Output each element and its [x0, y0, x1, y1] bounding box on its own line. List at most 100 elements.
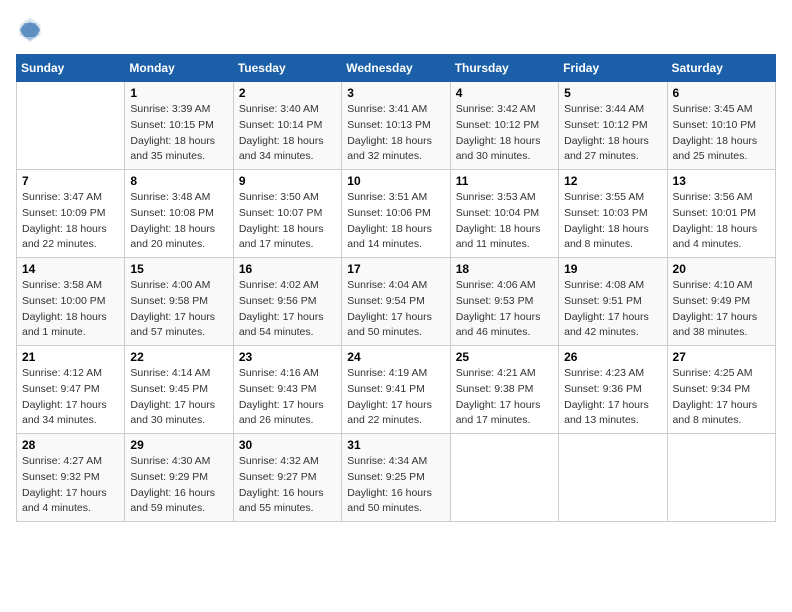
day-number: 9	[239, 174, 336, 188]
day-info: Sunrise: 3:55 AM Sunset: 10:03 PM Daylig…	[564, 190, 661, 253]
day-number: 7	[22, 174, 119, 188]
day-info: Sunrise: 4:16 AM Sunset: 9:43 PM Dayligh…	[239, 366, 336, 429]
day-number: 23	[239, 350, 336, 364]
day-info: Sunrise: 3:40 AM Sunset: 10:14 PM Daylig…	[239, 102, 336, 165]
day-info: Sunrise: 3:48 AM Sunset: 10:08 PM Daylig…	[130, 190, 227, 253]
calendar-cell: 1 Sunrise: 3:39 AM Sunset: 10:15 PM Dayli…	[125, 82, 233, 170]
day-info: Sunrise: 4:23 AM Sunset: 9:36 PM Dayligh…	[564, 366, 661, 429]
day-info: Sunrise: 4:08 AM Sunset: 9:51 PM Dayligh…	[564, 278, 661, 341]
day-number: 27	[673, 350, 770, 364]
calendar-cell	[450, 434, 558, 522]
day-number: 24	[347, 350, 444, 364]
calendar-cell: 23 Sunrise: 4:16 AM Sunset: 9:43 PM Dayli…	[233, 346, 341, 434]
calendar-cell: 16 Sunrise: 4:02 AM Sunset: 9:56 PM Dayli…	[233, 258, 341, 346]
day-info: Sunrise: 3:44 AM Sunset: 10:12 PM Daylig…	[564, 102, 661, 165]
day-number: 10	[347, 174, 444, 188]
logo	[16, 16, 48, 44]
day-of-week-header: Thursday	[450, 55, 558, 82]
calendar-week-row: 1 Sunrise: 3:39 AM Sunset: 10:15 PM Dayli…	[17, 82, 776, 170]
calendar-cell: 24 Sunrise: 4:19 AM Sunset: 9:41 PM Dayli…	[342, 346, 450, 434]
day-of-week-header: Saturday	[667, 55, 775, 82]
calendar-cell: 13Sunrise: 3:56 AM Sunset: 10:01 PM Dayl…	[667, 170, 775, 258]
day-number: 20	[673, 262, 770, 276]
day-info: Sunrise: 3:51 AM Sunset: 10:06 PM Daylig…	[347, 190, 444, 253]
day-of-week-header: Sunday	[17, 55, 125, 82]
calendar-week-row: 14 Sunrise: 3:58 AM Sunset: 10:00 PM Dayl…	[17, 258, 776, 346]
day-of-week-header: Friday	[559, 55, 667, 82]
day-number: 18	[456, 262, 553, 276]
calendar-cell: 10 Sunrise: 3:51 AM Sunset: 10:06 PM Dayl…	[342, 170, 450, 258]
calendar-cell: 20 Sunrise: 4:10 AM Sunset: 9:49 PM Dayli…	[667, 258, 775, 346]
day-number: 19	[564, 262, 661, 276]
calendar-cell	[559, 434, 667, 522]
calendar-cell: 25 Sunrise: 4:21 AM Sunset: 9:38 PM Dayli…	[450, 346, 558, 434]
day-number: 25	[456, 350, 553, 364]
calendar-cell: 8Sunrise: 3:48 AM Sunset: 10:08 PM Dayli…	[125, 170, 233, 258]
day-of-week-header: Wednesday	[342, 55, 450, 82]
day-number: 29	[130, 438, 227, 452]
day-info: Sunrise: 4:19 AM Sunset: 9:41 PM Dayligh…	[347, 366, 444, 429]
day-info: Sunrise: 3:50 AM Sunset: 10:07 PM Daylig…	[239, 190, 336, 253]
calendar-cell	[667, 434, 775, 522]
day-number: 17	[347, 262, 444, 276]
day-number: 12	[564, 174, 661, 188]
day-info: Sunrise: 4:27 AM Sunset: 9:32 PM Dayligh…	[22, 454, 119, 517]
calendar-cell: 29 Sunrise: 4:30 AM Sunset: 9:29 PM Dayli…	[125, 434, 233, 522]
calendar-cell: 19 Sunrise: 4:08 AM Sunset: 9:51 PM Dayli…	[559, 258, 667, 346]
day-info: Sunrise: 4:34 AM Sunset: 9:25 PM Dayligh…	[347, 454, 444, 517]
calendar-cell: 21 Sunrise: 4:12 AM Sunset: 9:47 PM Dayli…	[17, 346, 125, 434]
calendar-week-row: 28 Sunrise: 4:27 AM Sunset: 9:32 PM Dayli…	[17, 434, 776, 522]
day-info: Sunrise: 4:21 AM Sunset: 9:38 PM Dayligh…	[456, 366, 553, 429]
calendar-cell: 31 Sunrise: 4:34 AM Sunset: 9:25 PM Dayli…	[342, 434, 450, 522]
calendar-cell: 28 Sunrise: 4:27 AM Sunset: 9:32 PM Dayli…	[17, 434, 125, 522]
calendar-table: SundayMondayTuesdayWednesdayThursdayFrid…	[16, 54, 776, 522]
day-number: 3	[347, 86, 444, 100]
calendar-cell: 27Sunrise: 4:25 AM Sunset: 9:34 PM Dayli…	[667, 346, 775, 434]
day-info: Sunrise: 3:41 AM Sunset: 10:13 PM Daylig…	[347, 102, 444, 165]
day-info: Sunrise: 4:14 AM Sunset: 9:45 PM Dayligh…	[130, 366, 227, 429]
day-number: 15	[130, 262, 227, 276]
day-info: Sunrise: 4:06 AM Sunset: 9:53 PM Dayligh…	[456, 278, 553, 341]
day-number: 1	[130, 86, 227, 100]
calendar-cell: 11 Sunrise: 3:53 AM Sunset: 10:04 PM Dayl…	[450, 170, 558, 258]
day-info: Sunrise: 3:45 AM Sunset: 10:10 PM Daylig…	[673, 102, 770, 165]
day-number: 22	[130, 350, 227, 364]
day-number: 14	[22, 262, 119, 276]
calendar-header-row: SundayMondayTuesdayWednesdayThursdayFrid…	[17, 55, 776, 82]
day-info: Sunrise: 3:53 AM Sunset: 10:04 PM Daylig…	[456, 190, 553, 253]
day-info: Sunrise: 4:02 AM Sunset: 9:56 PM Dayligh…	[239, 278, 336, 341]
day-info: Sunrise: 3:58 AM Sunset: 10:00 PM Daylig…	[22, 278, 119, 341]
calendar-cell: 14 Sunrise: 3:58 AM Sunset: 10:00 PM Dayl…	[17, 258, 125, 346]
page-header	[16, 16, 776, 44]
day-info: Sunrise: 4:30 AM Sunset: 9:29 PM Dayligh…	[130, 454, 227, 517]
calendar-cell: 22 Sunrise: 4:14 AM Sunset: 9:45 PM Dayli…	[125, 346, 233, 434]
day-number: 28	[22, 438, 119, 452]
day-number: 2	[239, 86, 336, 100]
calendar-cell: 15Sunrise: 4:00 AM Sunset: 9:58 PM Dayli…	[125, 258, 233, 346]
day-number: 6	[673, 86, 770, 100]
day-of-week-header: Monday	[125, 55, 233, 82]
day-info: Sunrise: 3:47 AM Sunset: 10:09 PM Daylig…	[22, 190, 119, 253]
day-number: 31	[347, 438, 444, 452]
calendar-cell: 3 Sunrise: 3:41 AM Sunset: 10:13 PM Dayli…	[342, 82, 450, 170]
day-info: Sunrise: 4:32 AM Sunset: 9:27 PM Dayligh…	[239, 454, 336, 517]
day-info: Sunrise: 4:10 AM Sunset: 9:49 PM Dayligh…	[673, 278, 770, 341]
day-number: 5	[564, 86, 661, 100]
calendar-cell: 5 Sunrise: 3:44 AM Sunset: 10:12 PM Dayli…	[559, 82, 667, 170]
calendar-cell	[17, 82, 125, 170]
calendar-cell: 26 Sunrise: 4:23 AM Sunset: 9:36 PM Dayli…	[559, 346, 667, 434]
calendar-cell: 7 Sunrise: 3:47 AM Sunset: 10:09 PM Dayli…	[17, 170, 125, 258]
day-number: 30	[239, 438, 336, 452]
day-number: 11	[456, 174, 553, 188]
day-info: Sunrise: 3:39 AM Sunset: 10:15 PM Daylig…	[130, 102, 227, 165]
day-info: Sunrise: 4:12 AM Sunset: 9:47 PM Dayligh…	[22, 366, 119, 429]
calendar-cell: 18 Sunrise: 4:06 AM Sunset: 9:53 PM Dayli…	[450, 258, 558, 346]
day-number: 21	[22, 350, 119, 364]
calendar-cell: 17 Sunrise: 4:04 AM Sunset: 9:54 PM Dayli…	[342, 258, 450, 346]
day-number: 16	[239, 262, 336, 276]
calendar-week-row: 7 Sunrise: 3:47 AM Sunset: 10:09 PM Dayli…	[17, 170, 776, 258]
calendar-cell: 12 Sunrise: 3:55 AM Sunset: 10:03 PM Dayl…	[559, 170, 667, 258]
day-number: 26	[564, 350, 661, 364]
calendar-week-row: 21 Sunrise: 4:12 AM Sunset: 9:47 PM Dayli…	[17, 346, 776, 434]
day-info: Sunrise: 4:04 AM Sunset: 9:54 PM Dayligh…	[347, 278, 444, 341]
